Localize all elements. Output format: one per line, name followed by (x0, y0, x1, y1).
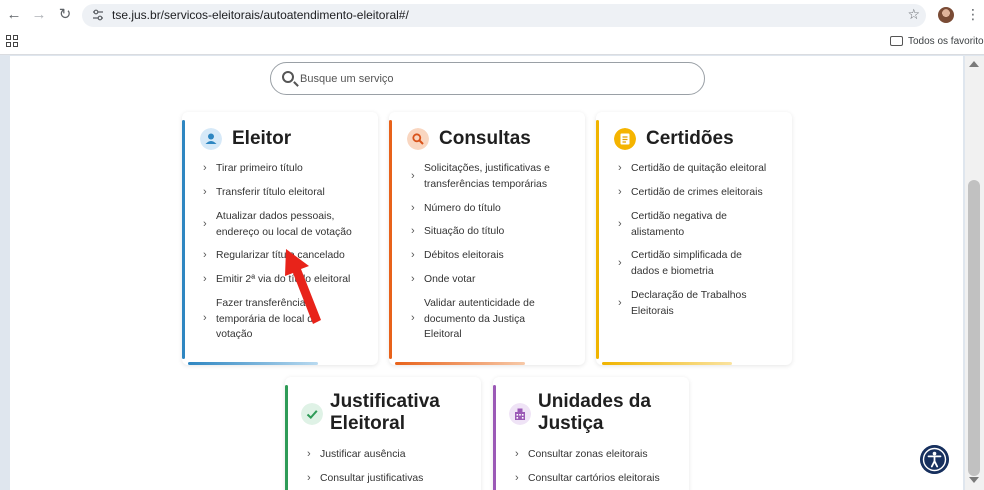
red-arrow (285, 249, 321, 324)
link-consultar-cartorios[interactable]: Consultar cartórios eleitorais (515, 471, 660, 487)
apps-grid-icon[interactable] (6, 35, 18, 47)
card-title: Certidões (646, 128, 734, 149)
card-eleitor: Eleitor Tirar primeiro título Transferir… (182, 112, 378, 365)
card-accent (182, 120, 185, 359)
card-accent (596, 120, 599, 359)
link-text-line: dados e biometria (631, 265, 714, 277)
scrollbar-thumb[interactable] (968, 180, 980, 476)
link-text-line: Certidão simplificada de (631, 250, 742, 261)
accessibility-icon[interactable] (920, 445, 949, 474)
link-situacao-titulo[interactable]: Situação do título (411, 224, 504, 240)
service-search[interactable] (270, 62, 705, 95)
all-bookmarks-link[interactable]: Todos os favoritos (908, 36, 984, 47)
link-atualizar-dados[interactable]: Atualizar dados pessoais, endereço ou lo… (203, 209, 352, 240)
card-accent (493, 385, 496, 490)
card-accent (188, 362, 318, 365)
link-onde-votar[interactable]: Onde votar (411, 272, 476, 288)
scroll-up-icon[interactable] (969, 61, 979, 67)
scroll-down-icon[interactable] (969, 477, 979, 483)
browser-toolbar: ← → ↻ tse.jus.br/servicos-eleitorais/aut… (0, 0, 984, 30)
link-text-line: votação (216, 329, 253, 340)
card-accent (395, 362, 525, 365)
link-numero-titulo[interactable]: Número do título (411, 201, 501, 217)
back-icon[interactable]: ← (5, 6, 23, 24)
card-title-line: Justificativa (330, 391, 440, 412)
forward-icon[interactable]: → (30, 6, 48, 24)
card-title: Justificativa Eleitoral (330, 391, 440, 435)
link-regularizar-titulo[interactable]: Regularizar título cancelado (203, 248, 345, 264)
card-title-line: Unidades da (538, 391, 651, 412)
link-solicitacoes[interactable]: Solicitações, justificativas e transferê… (411, 161, 550, 192)
building-icon (509, 403, 531, 425)
link-certidao-negativa[interactable]: Certidão negativa de alistamento (618, 209, 727, 240)
magnifier-icon (407, 128, 429, 150)
link-certidao-quitacao[interactable]: Certidão de quitação eleitoral (618, 161, 766, 177)
card-accent (602, 362, 732, 365)
card-title-line: Eleitoral (330, 413, 405, 434)
link-declaracao-trabalhos[interactable]: Declaração de Trabalhos Eleitorais (618, 288, 747, 319)
link-validar-autenticidade[interactable]: Validar autenticidade de documento da Ju… (411, 296, 535, 343)
link-text-line: Eleitorais (631, 305, 674, 317)
link-consultar-justificativas[interactable]: Consultar justificativas (307, 471, 423, 487)
link-text-line: Certidão negativa de (631, 211, 727, 222)
link-text-line: Atualizar dados pessoais, (216, 211, 335, 222)
link-text-line: alistamento (631, 226, 685, 238)
link-text-line: transferências temporárias (424, 178, 548, 190)
link-transferir-titulo[interactable]: Transferir título eleitoral (203, 185, 325, 201)
card-title: Eleitor (232, 128, 292, 149)
folder-icon[interactable] (890, 36, 903, 46)
card-title: Unidades da Justiça (538, 391, 651, 435)
person-icon (200, 128, 222, 150)
link-text-line: Solicitações, justificativas e (424, 163, 550, 174)
link-text-line: Eleitoral (424, 329, 462, 340)
link-consultar-zonas[interactable]: Consultar zonas eleitorais (515, 447, 648, 463)
link-text-line: endereço ou local de votação (216, 226, 352, 238)
address-bar[interactable]: tse.jus.br/servicos-eleitorais/autoatend… (82, 4, 926, 27)
card-certidoes: Certidões Certidão de quitação eleitoral… (596, 112, 792, 365)
bookmark-star-icon[interactable]: ☆ (907, 6, 920, 23)
link-text-line: Declaração de Trabalhos (631, 290, 747, 301)
link-debitos-eleitorais[interactable]: Débitos eleitorais (411, 248, 504, 264)
search-input[interactable] (300, 70, 680, 88)
link-certidao-simplificada[interactable]: Certidão simplificada de dados e biometr… (618, 248, 742, 279)
card-consultas: Consultas Solicitações, justificativas e… (389, 112, 585, 365)
card-accent (389, 120, 392, 359)
link-tirar-primeiro-titulo[interactable]: Tirar primeiro título (203, 161, 303, 177)
url-text[interactable]: tse.jus.br/servicos-eleitorais/autoatend… (112, 8, 409, 22)
site-settings-icon[interactable] (91, 8, 105, 22)
link-text-line: Validar autenticidade de (424, 298, 535, 309)
bookmarks-bar: Todos os favoritos (0, 30, 984, 55)
link-justificar-ausencia[interactable]: Justificar ausência (307, 447, 406, 463)
card-title-line: Justiça (538, 413, 604, 434)
check-icon (301, 403, 323, 425)
link-certidao-crimes[interactable]: Certidão de crimes eleitorais (618, 185, 763, 201)
search-icon (282, 71, 294, 83)
document-icon (614, 128, 636, 150)
card-unidades: Unidades da Justiça Consultar zonas elei… (493, 377, 689, 490)
menu-kebab-icon[interactable]: ⋮ (966, 6, 980, 23)
link-text-line: documento da Justiça (424, 313, 526, 325)
card-justificativa: Justificativa Eleitoral Justificar ausên… (285, 377, 481, 490)
card-title: Consultas (439, 128, 531, 149)
card-accent (285, 385, 288, 490)
reload-icon[interactable]: ↻ (56, 6, 74, 24)
profile-avatar[interactable] (938, 7, 954, 23)
